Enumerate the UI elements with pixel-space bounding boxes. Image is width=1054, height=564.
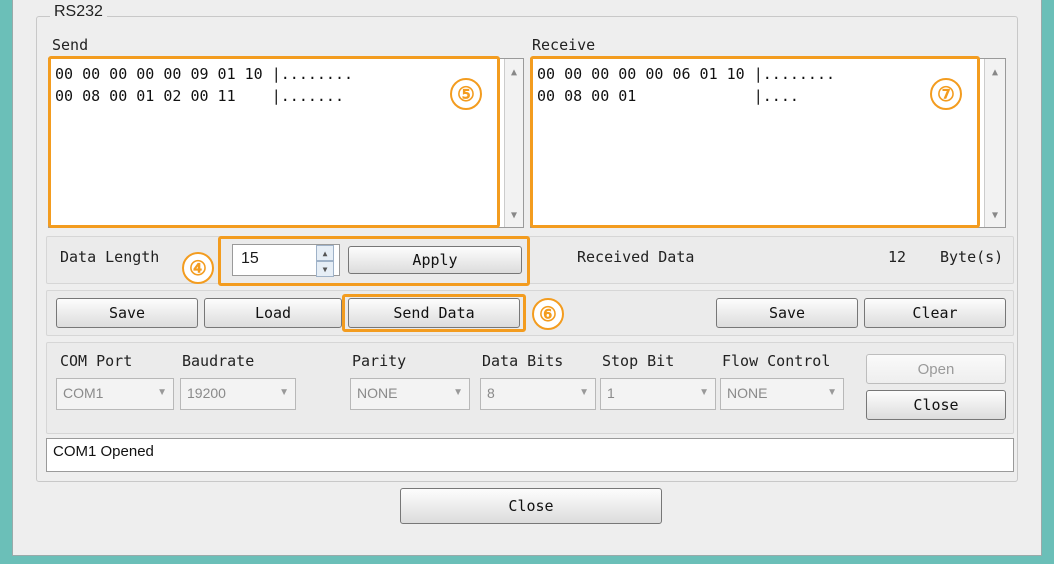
dropdown-arrow-icon[interactable]: ▼ [699, 387, 709, 398]
stop-bit-label: Stop Bit [602, 352, 675, 370]
data-length-label: Data Length [60, 248, 160, 266]
callout-6: ⑥ [532, 298, 564, 330]
received-byte-unit: Byte(s) [940, 248, 1004, 266]
receive-scrollbar[interactable]: ▲ ▼ [984, 59, 1005, 227]
status-bar: COM1 Opened [46, 438, 1014, 472]
parity-select[interactable]: NONE ▼ [350, 378, 470, 410]
data-bits-value: 8 [487, 385, 495, 401]
data-bits-select[interactable]: 8 ▼ [480, 378, 596, 410]
baudrate-value: 19200 [187, 385, 226, 401]
window-frame-left [0, 0, 12, 564]
callout-7: ⑦ [930, 78, 962, 110]
dropdown-arrow-icon[interactable]: ▼ [157, 387, 167, 398]
data-length-spinner[interactable]: ▲ ▼ [316, 245, 334, 277]
window-frame-bottom [0, 556, 1054, 564]
send-data-highlight-box [342, 294, 526, 332]
receive-label: Receive [532, 36, 596, 54]
close-port-button[interactable]: Close [866, 390, 1006, 420]
scroll-down-icon[interactable]: ▼ [505, 210, 523, 221]
group-title: RS232 [50, 3, 107, 21]
com-port-label: COM Port [60, 352, 133, 370]
spin-up-icon[interactable]: ▲ [316, 245, 334, 261]
com-port-value: COM1 [63, 385, 104, 401]
flow-control-value: NONE [727, 385, 768, 401]
parity-label: Parity [352, 352, 407, 370]
callout-4: ④ [182, 252, 214, 284]
receive-highlight-box [530, 56, 980, 228]
load-button[interactable]: Load [204, 298, 342, 328]
window-frame-right [1042, 0, 1054, 564]
send-scrollbar[interactable]: ▲ ▼ [504, 59, 523, 227]
received-data-label: Received Data [577, 248, 695, 266]
dropdown-arrow-icon[interactable]: ▼ [279, 387, 289, 398]
dropdown-arrow-icon[interactable]: ▼ [827, 387, 837, 398]
clear-button[interactable]: Clear [864, 298, 1006, 328]
scroll-up-icon[interactable]: ▲ [985, 67, 1005, 78]
received-byte-count: 12 [888, 248, 907, 266]
callout-5: ⑤ [450, 78, 482, 110]
data-bits-label: Data Bits [482, 352, 564, 370]
apply-button[interactable]: Apply [348, 246, 522, 274]
flow-control-select[interactable]: NONE ▼ [720, 378, 844, 410]
save-send-button[interactable]: Save [56, 298, 198, 328]
dropdown-arrow-icon[interactable]: ▼ [453, 387, 463, 398]
dropdown-arrow-icon[interactable]: ▼ [579, 387, 589, 398]
spin-down-icon[interactable]: ▼ [316, 261, 334, 277]
send-label: Send [52, 36, 89, 54]
baudrate-label: Baudrate [182, 352, 255, 370]
close-dialog-button[interactable]: Close [400, 488, 662, 524]
save-receive-button[interactable]: Save [716, 298, 858, 328]
flow-control-label: Flow Control [722, 352, 831, 370]
com-port-select[interactable]: COM1 ▼ [56, 378, 174, 410]
scroll-up-icon[interactable]: ▲ [505, 67, 523, 78]
scroll-down-icon[interactable]: ▼ [985, 210, 1005, 221]
open-button[interactable]: Open [866, 354, 1006, 384]
send-highlight-box [48, 56, 500, 228]
baudrate-select[interactable]: 19200 ▼ [180, 378, 296, 410]
stop-bit-value: 1 [607, 385, 615, 401]
stop-bit-select[interactable]: 1 ▼ [600, 378, 716, 410]
parity-value: NONE [357, 385, 398, 401]
